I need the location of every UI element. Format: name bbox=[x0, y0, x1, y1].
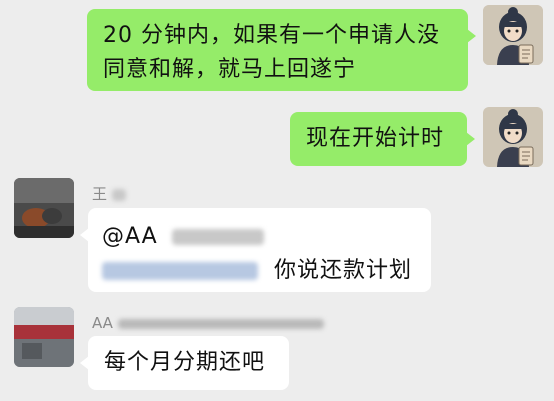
contact-avatar[interactable] bbox=[14, 178, 74, 238]
self-avatar-icon bbox=[483, 5, 543, 65]
message-bubble-incoming[interactable]: @AA 你说还款计划 bbox=[80, 208, 431, 292]
sender-name-text: AA bbox=[92, 314, 113, 332]
message-text: 每个月分期还吧 bbox=[104, 350, 266, 375]
contact-avatar[interactable] bbox=[14, 307, 74, 367]
message-text-line: 同意和解，就马上回遂宁 bbox=[103, 57, 357, 82]
message-text-line: 20 分钟内，如果有一个申请人没 bbox=[103, 23, 440, 48]
message-bubble-outgoing[interactable]: 20 分钟内，如果有一个申请人没 同意和解，就马上回遂宁 bbox=[87, 9, 476, 91]
redacted-mention bbox=[171, 229, 264, 245]
sender-name: AA bbox=[92, 314, 324, 332]
self-avatar[interactable] bbox=[483, 107, 543, 167]
message-text: 你说还款计划 bbox=[274, 258, 413, 283]
message-text: 现在开始计时 bbox=[306, 126, 445, 151]
message-line: 你说还款计划 bbox=[102, 254, 417, 288]
chat-window: 20 分钟内，如果有一个申请人没 同意和解，就马上回遂宁 现在开始计时 王 @A… bbox=[0, 0, 554, 401]
contact-avatar-icon bbox=[14, 178, 74, 238]
redacted-phone bbox=[102, 262, 258, 280]
contact-avatar-icon bbox=[14, 307, 74, 367]
self-avatar[interactable] bbox=[483, 5, 543, 65]
message-line: @AA bbox=[102, 220, 417, 254]
redacted-name bbox=[117, 318, 324, 329]
self-avatar-icon bbox=[483, 107, 543, 167]
sender-name: 王 bbox=[92, 185, 126, 203]
message-bubble-outgoing[interactable]: 现在开始计时 bbox=[290, 112, 475, 166]
message-bubble-incoming[interactable]: 每个月分期还吧 bbox=[80, 336, 289, 390]
redacted-name bbox=[111, 188, 126, 201]
mention-text: @AA bbox=[102, 224, 158, 249]
sender-name-text: 王 bbox=[92, 185, 108, 203]
